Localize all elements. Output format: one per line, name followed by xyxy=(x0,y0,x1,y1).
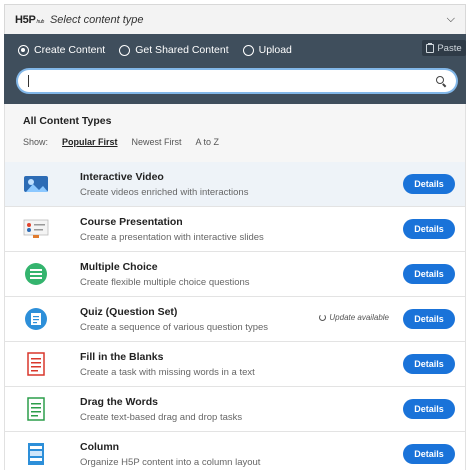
tab-label: Upload xyxy=(258,44,292,56)
details-button[interactable]: Details xyxy=(403,264,455,284)
content-types-header: All Content Types Show: Popular First Ne… xyxy=(4,104,466,162)
content-type-list: Interactive Video Create videos enriched… xyxy=(4,162,466,470)
list-item[interactable]: Course Presentation Create a presentatio… xyxy=(4,207,466,252)
details-button[interactable]: Details xyxy=(403,444,455,464)
radio-icon xyxy=(119,44,131,56)
item-description: Create a sequence of various question ty… xyxy=(80,322,269,333)
hub-header[interactable]: H5P hub Select content type ⌵ xyxy=(4,4,466,34)
sort-options: Show: Popular First Newest First A to Z xyxy=(23,137,219,147)
header-title: Select content type xyxy=(49,13,144,26)
sort-a-to-z[interactable]: A to Z xyxy=(196,137,220,147)
text-caret xyxy=(28,75,29,87)
details-button[interactable]: Details xyxy=(403,399,455,419)
list-item[interactable]: Interactive Video Create videos enriched… xyxy=(4,162,466,207)
item-description: Organize H5P content into a column layou… xyxy=(80,457,261,468)
item-title: Course Presentation xyxy=(80,216,183,228)
radio-icon xyxy=(18,44,29,56)
paste-button[interactable]: Paste xyxy=(422,40,466,56)
details-button[interactable]: Details xyxy=(403,174,455,194)
list-item[interactable]: Fill in the Blanks Create a task with mi… xyxy=(4,342,466,387)
section-title: All Content Types xyxy=(23,115,112,127)
search-input[interactable] xyxy=(31,75,436,87)
item-title: Multiple Choice xyxy=(80,261,158,273)
list-item[interactable]: Drag the Words Create text-based drag an… xyxy=(4,387,466,432)
show-label: Show: xyxy=(23,137,49,147)
sort-popular-first[interactable]: Popular First xyxy=(62,137,118,147)
item-title: Column xyxy=(80,441,120,453)
list-item[interactable]: Column Organize H5P content into a colum… xyxy=(4,432,466,470)
quiz-icon xyxy=(25,308,47,330)
course-presentation-icon xyxy=(23,219,49,238)
item-description: Create a task with missing words in a te… xyxy=(80,367,255,378)
multiple-choice-icon xyxy=(25,263,47,285)
search-icon[interactable] xyxy=(436,76,446,86)
item-description: Create text-based drag and drop tasks xyxy=(80,412,243,423)
drag-words-icon xyxy=(27,397,45,421)
tab-list: Create Content Get Shared Content Upload xyxy=(18,44,292,56)
item-description: Create a presentation with interactive s… xyxy=(80,232,264,243)
details-button[interactable]: Details xyxy=(403,309,455,329)
fill-blanks-icon xyxy=(27,352,45,376)
hub-panel: Create Content Get Shared Content Upload… xyxy=(4,34,466,104)
tab-label: Get Shared Content xyxy=(135,44,229,56)
tab-label: Create Content xyxy=(34,44,106,56)
item-title: Fill in the Blanks xyxy=(80,351,164,363)
tab-create-content[interactable]: Create Content xyxy=(18,44,105,56)
h5p-logo: H5P hub xyxy=(15,14,44,26)
update-available-badge[interactable]: Update available xyxy=(319,313,389,322)
search-box[interactable] xyxy=(18,70,456,92)
item-description: Create videos enriched with interactions xyxy=(80,187,249,198)
logo-text: H5P xyxy=(15,13,36,26)
item-description: Create flexible multiple choice question… xyxy=(80,277,250,288)
tab-upload[interactable]: Upload xyxy=(242,44,292,56)
interactive-video-icon xyxy=(24,176,48,192)
logo-sub: hub xyxy=(36,18,45,25)
list-item[interactable]: Multiple Choice Create flexible multiple… xyxy=(4,252,466,297)
radio-icon xyxy=(242,44,254,56)
item-title: Drag the Words xyxy=(80,396,158,408)
chevron-down-icon[interactable]: ⌵ xyxy=(447,13,455,26)
list-item[interactable]: Quiz (Question Set) Create a sequence of… xyxy=(4,297,466,342)
column-icon xyxy=(28,443,44,465)
tab-get-shared-content[interactable]: Get Shared Content xyxy=(119,44,229,56)
item-title: Interactive Video xyxy=(80,171,164,183)
sort-newest-first[interactable]: Newest First xyxy=(132,137,182,147)
paste-label: Paste xyxy=(437,42,462,54)
refresh-icon xyxy=(319,314,327,321)
item-title: Quiz (Question Set) xyxy=(80,306,178,318)
details-button[interactable]: Details xyxy=(403,354,455,374)
update-label: Update available xyxy=(329,313,389,322)
clipboard-icon xyxy=(426,42,435,53)
details-button[interactable]: Details xyxy=(403,219,455,239)
